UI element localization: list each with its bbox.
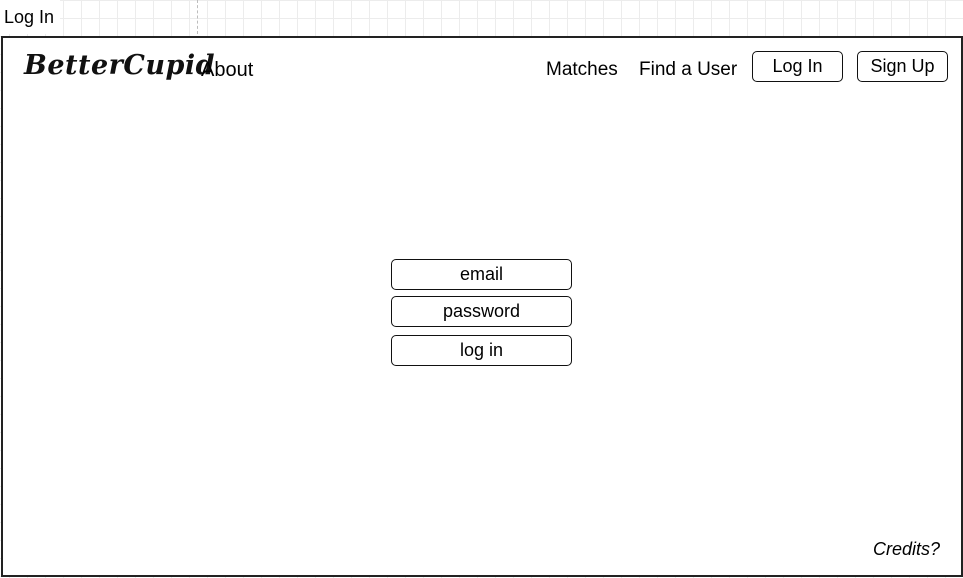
guide-line (197, 0, 198, 34)
header-signup-button[interactable]: Sign Up (857, 51, 948, 82)
header-login-button[interactable]: Log In (752, 51, 843, 82)
logo[interactable]: BetterCupid (24, 50, 215, 81)
login-submit-button[interactable]: log in (391, 335, 572, 366)
page-title: Log In (0, 0, 61, 34)
nav-find-user-link[interactable]: Find a User (639, 59, 737, 81)
wireframe-canvas: Log In BetterCupid About Matches Find a … (0, 0, 963, 578)
nav-matches-link[interactable]: Matches (546, 59, 618, 81)
nav-about-link[interactable]: About (201, 59, 253, 82)
browser-frame: BetterCupid About Matches Find a User Lo… (1, 36, 963, 577)
password-field[interactable]: password (391, 296, 572, 327)
credits-link[interactable]: Credits? (873, 539, 940, 560)
email-field[interactable]: email (391, 259, 572, 290)
